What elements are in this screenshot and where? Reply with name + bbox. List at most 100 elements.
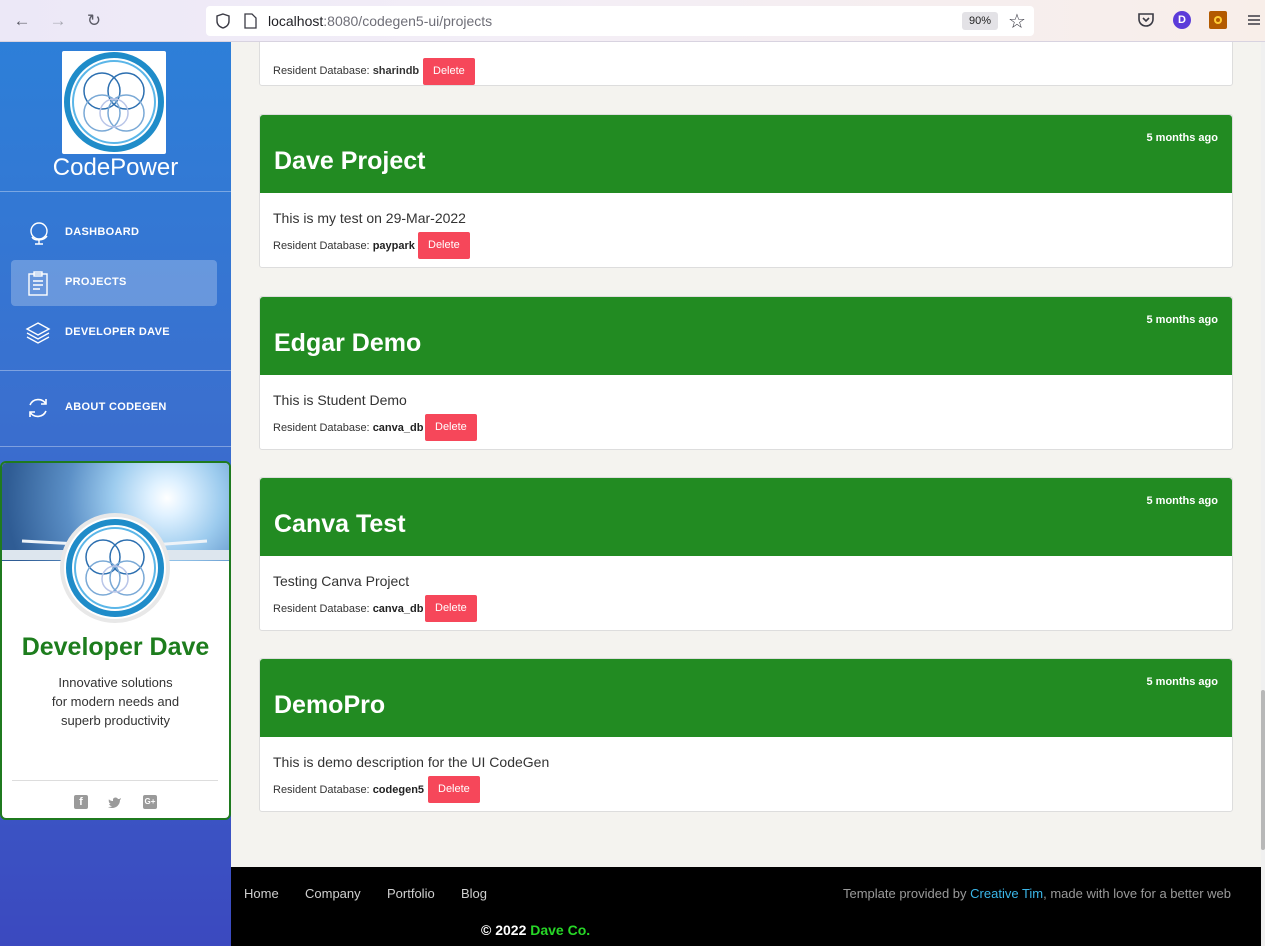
profile-card: Developer Dave Innovative solutions for …	[0, 461, 231, 820]
project-card: 5 months ago DemoPro This is demo descri…	[259, 658, 1233, 812]
project-card: 5 months ago Edgar Demo This is Student …	[259, 296, 1233, 450]
creative-tim-link[interactable]: Creative Tim	[970, 886, 1043, 901]
forward-icon[interactable]: →	[48, 11, 68, 31]
card-timestamp: 5 months ago	[1146, 676, 1218, 688]
card-description: This is Student Demo	[273, 392, 407, 408]
shield-icon[interactable]	[216, 13, 230, 29]
sidebar-item-label: PROJECTS	[65, 276, 127, 288]
menu-icon[interactable]	[1245, 11, 1263, 29]
profile-desc-line: superb productivity	[60, 713, 171, 728]
copyright: © 2022 Dave Co.	[481, 922, 590, 938]
layers-icon	[25, 322, 51, 344]
company-name[interactable]: Dave Co.	[530, 922, 590, 938]
zoom-badge[interactable]: 90%	[962, 12, 998, 30]
db-label: Resident Database:	[273, 603, 370, 615]
footer-credit: Template provided by Creative Tim, made …	[843, 886, 1231, 901]
profile-desc-line: Innovative solutions	[58, 675, 173, 690]
footer-link-blog[interactable]: Blog	[461, 886, 487, 901]
db-label: Resident Database:	[273, 784, 370, 796]
sidebar-item-label: DASHBOARD	[65, 226, 140, 238]
browser-toolbar: ← → ↻ localhost:8080/codegen5-ui/project…	[0, 0, 1265, 42]
reload-icon[interactable]: ↻	[84, 11, 104, 31]
card-title: DemoPro	[274, 691, 386, 719]
card-header: 5 months ago Edgar Demo	[260, 297, 1232, 375]
db-label: Resident Database:	[273, 240, 370, 252]
page-icon[interactable]	[244, 13, 257, 29]
credit-text: Template provided by	[842, 886, 971, 901]
google-plus-icon[interactable]: G+	[143, 795, 157, 809]
sidebar-item-label: ABOUT CODEGEN	[65, 401, 167, 413]
refresh-icon	[29, 398, 47, 418]
address-bar[interactable]: localhost:8080/codegen5-ui/projects 90% …	[206, 6, 1034, 36]
facebook-icon[interactable]: f	[74, 795, 88, 809]
card-description: Testing Canva Project	[273, 573, 410, 589]
card-db-info: Resident Database: canva_db	[273, 421, 423, 435]
card-db-info: Resident Database: codegen5	[273, 783, 424, 797]
card-title: Dave Project	[274, 147, 426, 175]
sidebar-divider	[0, 370, 231, 371]
avatar	[60, 513, 170, 623]
brand-name[interactable]: CodePower	[0, 154, 231, 182]
footer-link-home[interactable]: Home	[244, 886, 279, 901]
card-db-info: Resident Database: canva_db	[273, 602, 423, 616]
scrollbar-thumb[interactable]	[1261, 690, 1265, 850]
url-path: :8080/codegen5-ui/projects	[323, 13, 493, 29]
card-header: 5 months ago Canva Test	[260, 478, 1232, 556]
sidebar-item-projects[interactable]: PROJECTS	[11, 260, 217, 306]
db-name: codegen5	[372, 784, 425, 796]
globe-icon	[30, 222, 48, 245]
profile-desc-line: for modern needs and	[51, 694, 180, 709]
logo[interactable]	[62, 51, 166, 154]
card-title: Edgar Demo	[274, 329, 422, 357]
main-content: Resident Database: sharindb Delete 5 mon…	[231, 42, 1265, 867]
card-header: 5 months ago DemoPro	[260, 659, 1232, 737]
sidebar: CodePower DASHBOARD PROJECTS DEVELOPER D…	[0, 42, 231, 946]
card-timestamp: 5 months ago	[1146, 495, 1218, 507]
card-header: 5 months ago Dave Project	[260, 115, 1232, 193]
db-label: Resident Database:	[273, 422, 370, 434]
delete-button[interactable]: Delete	[425, 414, 477, 441]
sidebar-item-about-codegen[interactable]: ABOUT CODEGEN	[11, 385, 217, 431]
account-avatar[interactable]: D	[1173, 11, 1191, 29]
db-label: Resident Database:	[273, 65, 370, 77]
project-card: 5 months ago Canva Test Testing Canva Pr…	[259, 477, 1233, 631]
url-text[interactable]: localhost:8080/codegen5-ui/projects	[268, 13, 492, 29]
sidebar-divider	[0, 191, 231, 192]
db-name: sharindb	[372, 65, 420, 77]
back-icon[interactable]: ←	[12, 11, 32, 31]
sidebar-item-label: DEVELOPER DAVE	[65, 326, 170, 338]
copyright-text: © 2022	[481, 922, 531, 938]
card-description: This is demo description for the UI Code…	[273, 754, 550, 770]
delete-button[interactable]: Delete	[428, 776, 480, 803]
footer-link-company[interactable]: Company	[305, 886, 361, 901]
project-card: Resident Database: sharindb Delete	[259, 42, 1233, 86]
clipboard-icon	[28, 271, 48, 296]
card-timestamp: 5 months ago	[1146, 132, 1218, 144]
db-name: paypark	[372, 240, 415, 252]
profile-description: Innovative solutions for modern needs an…	[2, 673, 229, 730]
db-name: canva_db	[372, 603, 424, 615]
bookmark-star-icon[interactable]: ☆	[1008, 9, 1026, 34]
card-db-info: Resident Database: sharindb	[273, 65, 419, 77]
pocket-icon[interactable]	[1137, 11, 1155, 29]
card-timestamp: 5 months ago	[1146, 314, 1218, 326]
profile-divider	[12, 780, 218, 781]
twitter-icon[interactable]	[108, 795, 122, 809]
profile-name: Developer Dave	[21, 633, 210, 661]
card-description: This is my test on 29-Mar-2022	[273, 210, 466, 226]
card-title: Canva Test	[274, 510, 406, 538]
project-card: 5 months ago Dave Project This is my tes…	[259, 114, 1233, 268]
extension-icon[interactable]	[1209, 11, 1227, 29]
footer: Home Company Portfolio Blog Template pro…	[231, 867, 1261, 946]
credit-text: , made with love for a better web	[1043, 886, 1231, 901]
delete-button[interactable]: Delete	[418, 232, 470, 259]
sidebar-item-dashboard[interactable]: DASHBOARD	[11, 210, 217, 256]
db-name: canva_db	[372, 422, 424, 434]
card-db-info: Resident Database: paypark	[273, 239, 415, 253]
footer-link-portfolio[interactable]: Portfolio	[387, 886, 435, 901]
sidebar-item-developer-dave[interactable]: DEVELOPER DAVE	[11, 310, 217, 356]
sidebar-divider	[0, 446, 231, 447]
url-host: localhost	[268, 13, 324, 29]
delete-button[interactable]: Delete	[425, 595, 477, 622]
delete-button[interactable]: Delete	[423, 58, 475, 85]
